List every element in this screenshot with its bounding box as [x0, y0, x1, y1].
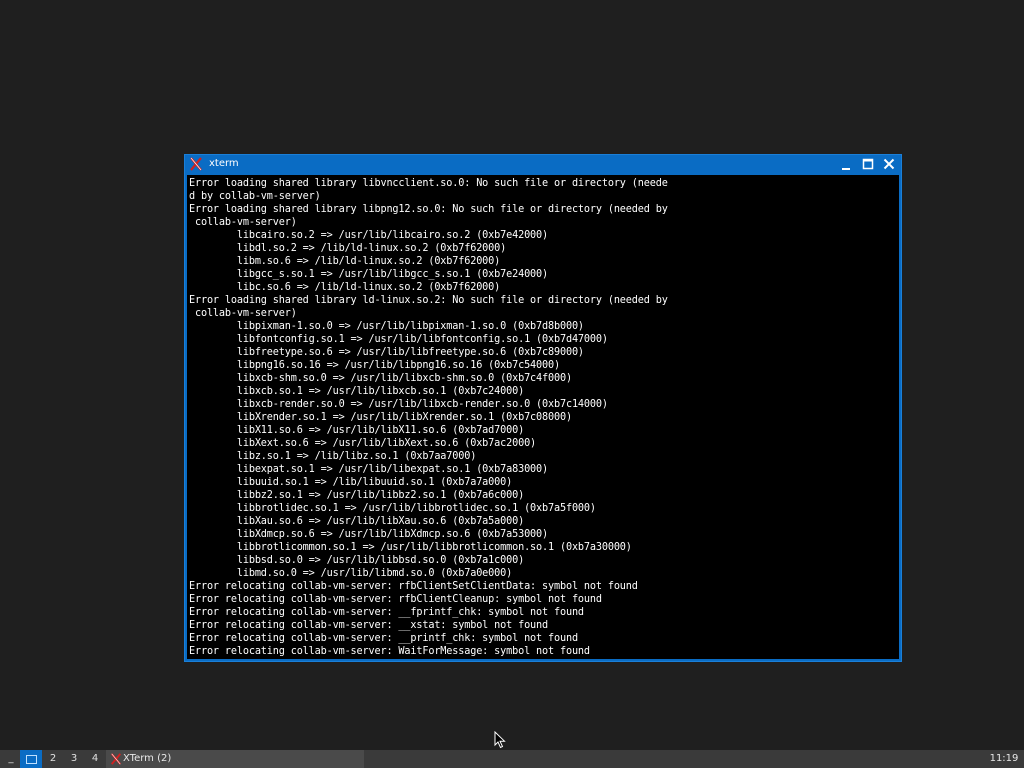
terminal-line: libgcc_s.so.1 => /usr/lib/libgcc_s.so.1 … — [189, 269, 549, 280]
monitor-icon — [26, 755, 37, 764]
xterm-x-icon — [189, 157, 203, 171]
terminal-line: libbrotlidec.so.1 => /usr/lib/libbrotlid… — [189, 503, 596, 514]
terminal-line: Error relocating collab-vm-server: __xst… — [189, 620, 549, 631]
terminal-line: libbrotlicommon.so.1 => /usr/lib/libbrot… — [189, 542, 632, 553]
terminal-line: libXrender.so.1 => /usr/lib/libXrender.s… — [189, 412, 572, 423]
terminal-line: libfontconfig.so.1 => /usr/lib/libfontco… — [189, 334, 608, 345]
terminal-line: libuuid.so.1 => /lib/libuuid.so.1 (0xb7a… — [189, 477, 513, 488]
window-title: xterm — [209, 158, 239, 169]
terminal-line: Error loading shared library ld-linux.so… — [189, 295, 668, 306]
maximize-icon[interactable] — [860, 157, 876, 172]
terminal-output: Error loading shared library libvncclien… — [187, 175, 899, 658]
terminal-line: Error relocating collab-vm-server: __fpr… — [189, 607, 584, 618]
mouse-pointer-icon — [494, 731, 506, 749]
taskbar: _ 2 3 4 XTerm (2) 11:19 — [0, 750, 1024, 768]
terminal-line: libcairo.so.2 => /usr/lib/libcairo.so.2 … — [189, 230, 549, 241]
terminal-line: libXau.so.6 => /usr/lib/libXau.so.6 (0xb… — [189, 516, 525, 527]
workspace-4-button[interactable]: 4 — [85, 750, 105, 768]
terminal-line: collab-vm-server) — [189, 308, 297, 319]
workspace-2-button[interactable]: 2 — [43, 750, 63, 768]
terminal-line: libz.so.1 => /lib/libz.so.1 (0xb7aa7000) — [189, 451, 477, 462]
menu-button[interactable]: _ — [4, 750, 18, 768]
terminal-line: Error relocating collab-vm-server: rfbCl… — [189, 594, 602, 605]
terminal-line: Error relocating collab-vm-server: rfbCl… — [189, 581, 638, 592]
terminal-area[interactable]: Error loading shared library libvncclien… — [187, 175, 899, 659]
taskbar-task-label: XTerm (2) — [123, 753, 172, 764]
terminal-line: libmd.so.0 => /usr/lib/libmd.so.0 (0xb7a… — [189, 568, 513, 579]
terminal-line: libxcb-shm.so.0 => /usr/lib/libxcb-shm.s… — [189, 373, 572, 384]
taskbar-task-xterm[interactable]: XTerm (2) — [106, 750, 364, 768]
terminal-line: libc.so.6 => /lib/ld-linux.so.2 (0xb7f62… — [189, 282, 501, 293]
terminal-line: d by collab-vm-server) — [189, 191, 321, 202]
terminal-line: Error relocating collab-vm-server: WaitF… — [189, 646, 590, 657]
terminal-line: libexpat.so.1 => /usr/lib/libexpat.so.1 … — [189, 464, 549, 475]
xterm-x-icon — [110, 753, 122, 765]
terminal-line: Error loading shared library libpng12.so… — [189, 204, 668, 215]
minimize-icon[interactable] — [838, 157, 854, 172]
workspace-3-button[interactable]: 3 — [64, 750, 84, 768]
terminal-line: libxcb.so.1 => /usr/lib/libxcb.so.1 (0xb… — [189, 386, 525, 397]
terminal-line: collab-vm-server) — [189, 217, 297, 228]
close-icon[interactable] — [881, 157, 897, 172]
window-titlebar[interactable]: xterm — [185, 155, 901, 174]
terminal-line: libbz2.so.1 => /usr/lib/libbz2.so.1 (0xb… — [189, 490, 525, 501]
desktop: xterm Error loading shared library libvn… — [0, 0, 1024, 750]
workspace-1-button[interactable] — [20, 750, 42, 768]
terminal-line: libfreetype.so.6 => /usr/lib/libfreetype… — [189, 347, 584, 358]
terminal-line: libbsd.so.0 => /usr/lib/libbsd.so.0 (0xb… — [189, 555, 525, 566]
terminal-line: libX11.so.6 => /usr/lib/libX11.so.6 (0xb… — [189, 425, 525, 436]
terminal-line: libxcb-render.so.0 => /usr/lib/libxcb-re… — [189, 399, 608, 410]
terminal-line: libXext.so.6 => /usr/lib/libXext.so.6 (0… — [189, 438, 537, 449]
terminal-line: libpng16.so.16 => /usr/lib/libpng16.so.1… — [189, 360, 560, 371]
xterm-window[interactable]: xterm Error loading shared library libvn… — [184, 154, 902, 662]
terminal-line: libdl.so.2 => /lib/ld-linux.so.2 (0xb7f6… — [189, 243, 507, 254]
terminal-line: libpixman-1.so.0 => /usr/lib/libpixman-1… — [189, 321, 584, 332]
terminal-line: libm.so.6 => /lib/ld-linux.so.2 (0xb7f62… — [189, 256, 501, 267]
clock: 11:19 — [989, 753, 1019, 764]
terminal-line: Error relocating collab-vm-server: __pri… — [189, 633, 578, 644]
terminal-line: Error loading shared library libvncclien… — [189, 178, 668, 189]
terminal-line: libXdmcp.so.6 => /usr/lib/libXdmcp.so.6 … — [189, 529, 549, 540]
